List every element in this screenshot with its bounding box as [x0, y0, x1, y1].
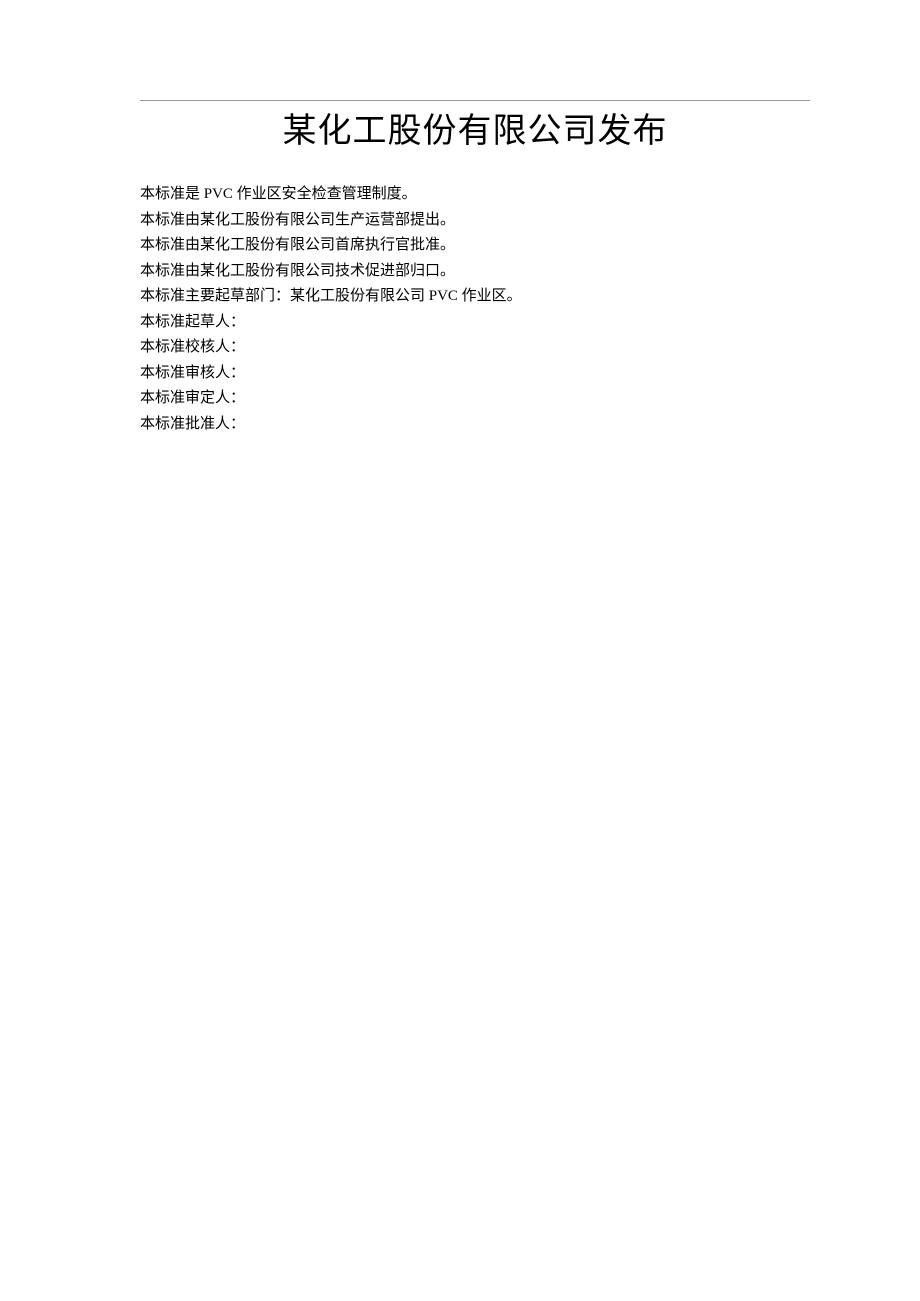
page-container: 某化工股份有限公司发布 本标准是 PVC 作业区安全检查管理制度。 本标准由某化…: [0, 0, 920, 437]
paragraph-line: 本标准审核人：: [140, 361, 810, 387]
document-title: 某化工股份有限公司发布: [140, 103, 810, 152]
paragraph-line: 本标准由某化工股份有限公司首席执行官批准。: [140, 233, 810, 259]
paragraph-line: 本标准是 PVC 作业区安全检查管理制度。: [140, 182, 810, 208]
horizontal-rule: [140, 100, 810, 101]
paragraph-line: 本标准由某化工股份有限公司技术促进部归口。: [140, 259, 810, 285]
paragraph-line: 本标准校核人：: [140, 335, 810, 361]
paragraph-line: 本标准由某化工股份有限公司生产运营部提出。: [140, 208, 810, 234]
paragraph-line: 本标准批准人：: [140, 412, 810, 438]
paragraph-line: 本标准审定人：: [140, 386, 810, 412]
paragraph-line: 本标准主要起草部门：某化工股份有限公司 PVC 作业区。: [140, 284, 810, 310]
paragraph-line: 本标准起草人：: [140, 310, 810, 336]
document-body: 本标准是 PVC 作业区安全检查管理制度。 本标准由某化工股份有限公司生产运营部…: [140, 182, 810, 437]
